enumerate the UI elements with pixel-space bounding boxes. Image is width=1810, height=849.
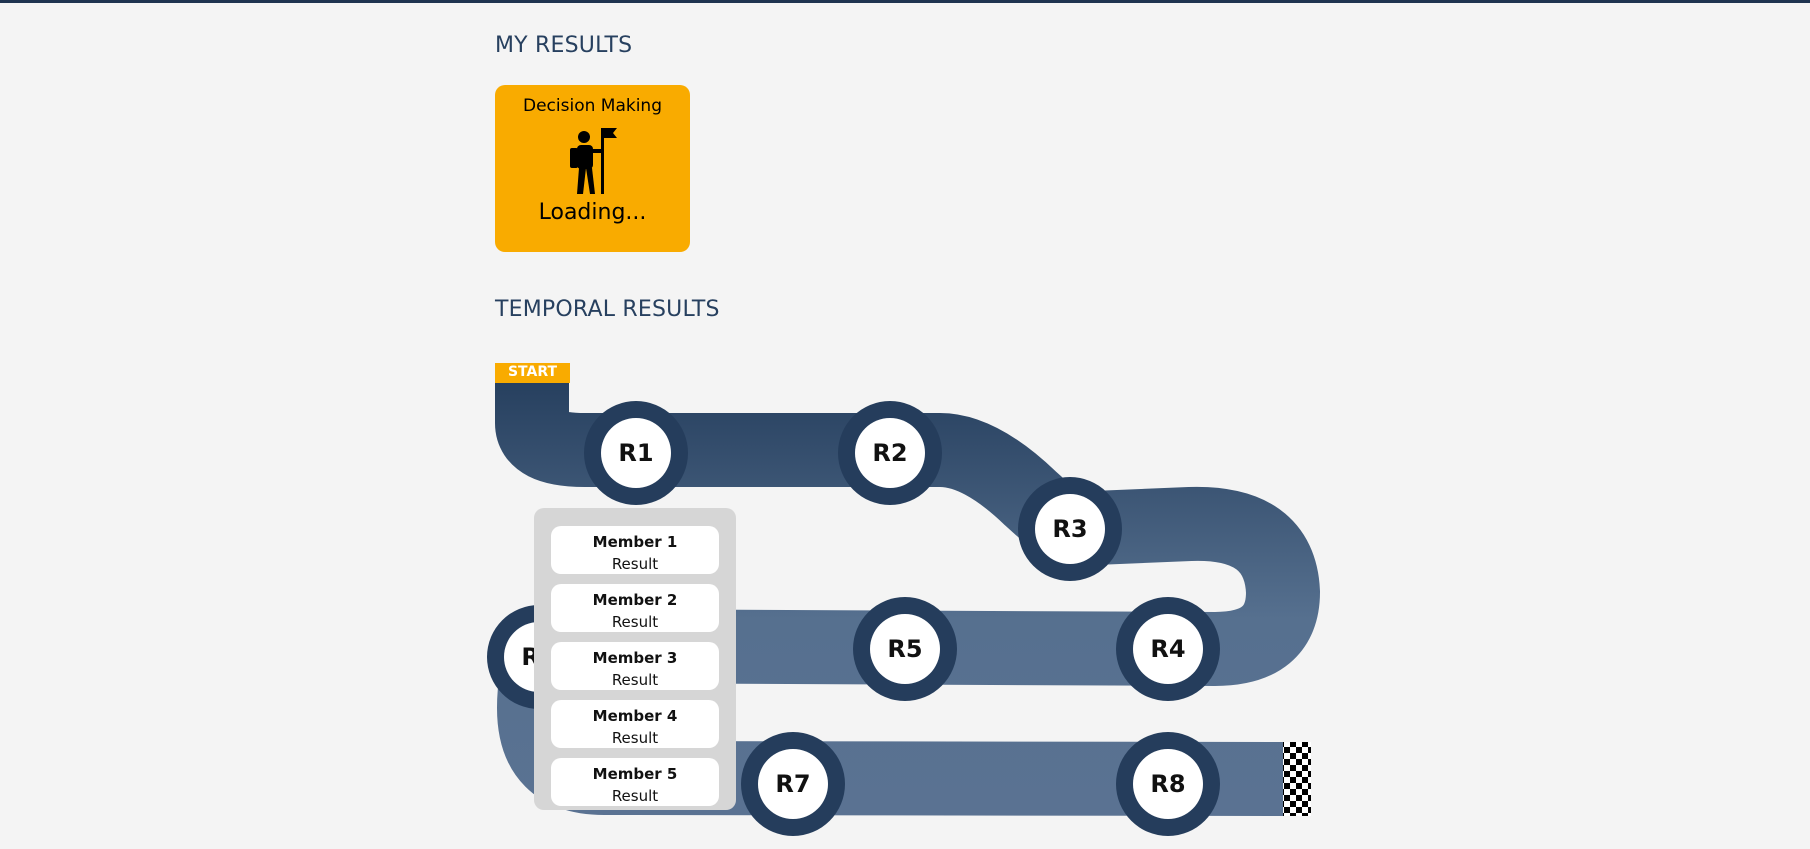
node-label: R8 — [1133, 749, 1203, 819]
node-label: R4 — [1133, 614, 1203, 684]
member-item[interactable]: Member 1 Result — [551, 526, 719, 574]
member-result: Result — [611, 671, 659, 689]
member-item[interactable]: Member 2 Result — [551, 584, 719, 632]
node-label: R1 — [601, 418, 671, 488]
node-r1[interactable]: R1 — [584, 401, 688, 505]
node-r4[interactable]: R4 — [1116, 597, 1220, 701]
member-name: Member 1 — [592, 533, 678, 551]
checkered-flag-icon — [1283, 742, 1311, 816]
member-item[interactable]: Member 3 Result — [551, 642, 719, 690]
member-name: Member 2 — [592, 591, 678, 609]
node-r8[interactable]: R8 — [1116, 732, 1220, 836]
node-r3[interactable]: R3 — [1018, 477, 1122, 581]
node-r2[interactable]: R2 — [838, 401, 942, 505]
node-label: R5 — [870, 614, 940, 684]
member-item[interactable]: Member 5 Result — [551, 758, 719, 806]
member-result: Result — [611, 613, 659, 631]
node-label: R3 — [1035, 494, 1105, 564]
node-r7[interactable]: R7 — [741, 732, 845, 836]
member-result: Result — [611, 555, 659, 573]
member-result: Result — [611, 729, 659, 747]
member-result: Result — [611, 787, 659, 805]
node-label: R7 — [758, 749, 828, 819]
member-name: Member 4 — [592, 707, 678, 725]
member-results-popup: Member 1 Result Member 2 Result Member 3… — [534, 508, 736, 810]
node-r5[interactable]: R5 — [853, 597, 957, 701]
node-label: R2 — [855, 418, 925, 488]
member-name: Member 5 — [592, 765, 678, 783]
member-name: Member 3 — [592, 649, 678, 667]
member-item[interactable]: Member 4 Result — [551, 700, 719, 748]
start-label: START — [495, 363, 570, 383]
